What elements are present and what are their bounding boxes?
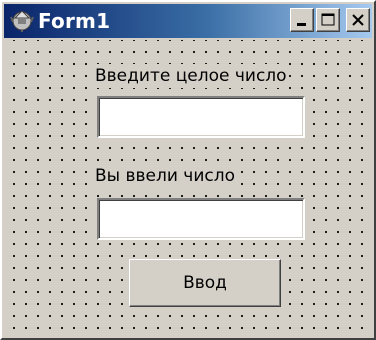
enter-button[interactable]: Ввод: [129, 259, 281, 307]
close-icon: [352, 14, 364, 26]
title-bar[interactable]: Form1: [4, 4, 372, 38]
result-label: Вы ввели число: [93, 164, 238, 188]
maximize-icon: [321, 13, 335, 26]
minimize-icon: [297, 23, 306, 26]
app-helmet-icon[interactable]: [10, 9, 34, 33]
close-button[interactable]: [346, 8, 370, 32]
integer-input-field[interactable]: [97, 96, 305, 138]
maximize-button[interactable]: [316, 8, 340, 32]
form-window: Form1 Введите целое число Вы ввели число…: [0, 0, 376, 340]
input-prompt-label: Введите целое число: [93, 64, 289, 88]
result-output-field[interactable]: [97, 198, 305, 240]
form-client-area: Введите целое число Вы ввели число Ввод: [4, 40, 372, 338]
minimize-button[interactable]: [290, 8, 314, 32]
window-title: Form1: [38, 9, 111, 33]
